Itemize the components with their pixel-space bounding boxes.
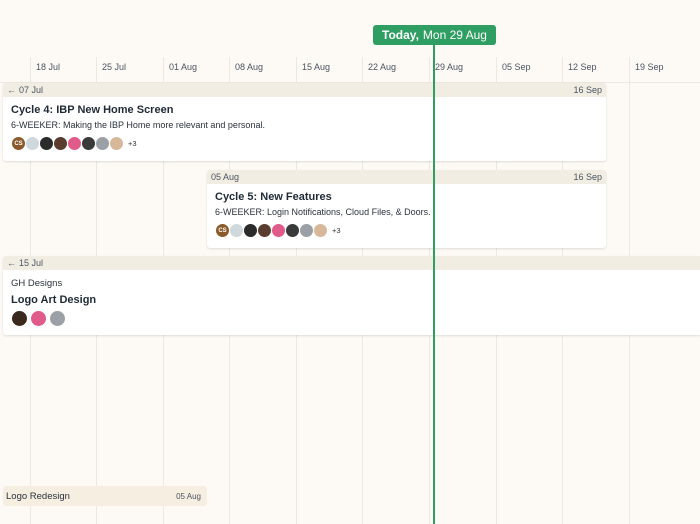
- avatar: [49, 310, 66, 327]
- avatar: CS: [11, 136, 26, 151]
- date-tick: 08 Aug: [235, 62, 264, 72]
- project-bar[interactable]: Logo Redesign 05 Aug: [3, 486, 207, 506]
- avatar: [67, 136, 82, 151]
- avatar: [109, 136, 124, 151]
- cycle-card[interactable]: 05 Aug 16 Sep Cycle 5: New Features 6-WE…: [207, 170, 606, 248]
- project-card[interactable]: ← 15 Jul GH Designs Logo Art Design: [3, 256, 700, 335]
- card-end-date: 16 Sep: [573, 172, 602, 182]
- avatar: [229, 223, 244, 238]
- avatar: [285, 223, 300, 238]
- today-label: Today,: [382, 28, 419, 42]
- date-tick: 22 Aug: [368, 62, 397, 72]
- avatar: [30, 310, 47, 327]
- assignee-avatars[interactable]: CS +3: [215, 223, 598, 238]
- card-date-header: ← 15 Jul: [3, 256, 700, 270]
- date-tick: 15 Aug: [302, 62, 331, 72]
- avatar: [243, 223, 258, 238]
- avatar: [39, 136, 54, 151]
- more-assignees-count[interactable]: +3: [332, 226, 341, 235]
- card-start-date: ← 07 Jul: [7, 85, 43, 95]
- more-assignees-count[interactable]: +3: [128, 139, 137, 148]
- avatar: [257, 223, 272, 238]
- project-date: 05 Aug: [176, 491, 201, 501]
- left-arrow-icon: ←: [7, 258, 16, 268]
- today-marker[interactable]: Today, Mon 29 Aug: [373, 25, 496, 45]
- today-line: [433, 45, 435, 524]
- start-date-text: 15 Jul: [19, 258, 44, 268]
- avatar: [53, 136, 68, 151]
- cycle-card[interactable]: ← 07 Jul 16 Sep Cycle 4: IBP New Home Scr…: [3, 83, 606, 161]
- avatar: CS: [215, 223, 230, 238]
- card-date-header: 05 Aug 16 Sep: [207, 170, 606, 184]
- avatar: [25, 136, 40, 151]
- card-description: 6-WEEKER: Making the IBP Home more relev…: [11, 120, 265, 130]
- card-start-date: ← 15 Jul: [7, 258, 43, 268]
- date-tick: 29 Aug: [435, 62, 464, 72]
- timeline-view: 18 Jul 25 Jul 01 Aug 08 Aug 15 Aug 22 Au…: [0, 0, 700, 524]
- card-description: 6-WEEKER: Login Notifications, Cloud Fil…: [215, 207, 431, 217]
- card-date-header: ← 07 Jul 16 Sep: [3, 83, 606, 97]
- card-title: Cycle 4: IBP New Home Screen: [11, 104, 174, 116]
- date-tick: 25 Jul: [102, 62, 127, 72]
- start-date-text: 07 Jul: [19, 85, 44, 95]
- date-tick: 01 Aug: [169, 62, 198, 72]
- card-title: Cycle 5: New Features: [215, 191, 332, 203]
- assignee-avatars[interactable]: [11, 310, 692, 327]
- avatar: [271, 223, 286, 238]
- avatar: [313, 223, 328, 238]
- project-title: Logo Redesign: [6, 490, 70, 502]
- date-tick: 18 Jul: [36, 62, 61, 72]
- date-tick: 05 Sep: [502, 62, 531, 72]
- date-tick: 12 Sep: [568, 62, 597, 72]
- avatar: [299, 223, 314, 238]
- assignee-avatars[interactable]: CS +3: [11, 136, 598, 151]
- today-date: Mon 29 Aug: [422, 28, 487, 42]
- avatar: [95, 136, 110, 151]
- team-name: GH Designs: [11, 278, 63, 289]
- date-tick: 19 Sep: [635, 62, 664, 72]
- card-end-date: 16 Sep: [573, 85, 602, 95]
- card-start-date: 05 Aug: [211, 172, 240, 182]
- left-arrow-icon: ←: [7, 85, 16, 95]
- avatar: [81, 136, 96, 151]
- avatar: [11, 310, 28, 327]
- card-title: Logo Art Design: [11, 294, 97, 306]
